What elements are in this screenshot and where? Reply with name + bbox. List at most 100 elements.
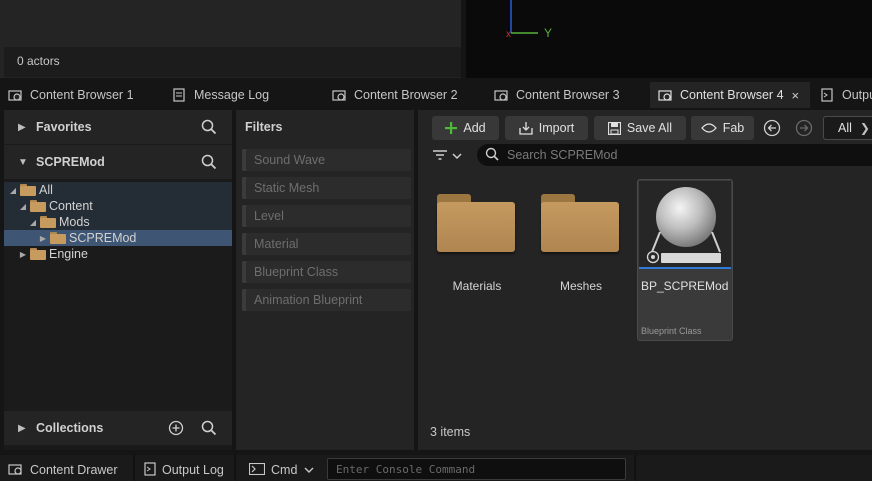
tree-item-engine[interactable]: ▶ Engine <box>4 246 232 262</box>
separator <box>133 455 135 481</box>
fab-icon <box>700 122 717 134</box>
chevron-down-icon <box>304 463 314 477</box>
fab-button[interactable]: Fab <box>691 116 754 140</box>
breadcrumb-separator-icon: ❯ <box>859 121 870 135</box>
folder-icon <box>40 216 56 228</box>
filter-sound-wave[interactable]: Sound Wave <box>242 149 411 171</box>
chevron-right-icon: ▶ <box>18 121 26 133</box>
tab-label: Content Browser 3 <box>516 88 620 102</box>
favorites-header[interactable]: ▶ Favorites <box>4 110 232 144</box>
folder-icon <box>50 232 66 244</box>
tab-content-browser-4[interactable]: Content Browser 4 × <box>650 82 810 108</box>
blueprint-stand-icon <box>650 231 722 254</box>
blueprint-base <box>661 253 721 263</box>
tab-content-browser-3[interactable]: Content Browser 3 <box>486 82 630 108</box>
tree-item-label: Mods <box>59 215 90 229</box>
chevron-down-icon: ◢ <box>29 217 37 227</box>
path-breadcrumb[interactable]: All ❯ <box>823 116 872 140</box>
tree-item-label: SCPREMod <box>69 231 137 245</box>
asset-tile-meshes[interactable]: Meshes <box>533 180 629 340</box>
tab-output-log[interactable]: Outpu <box>812 82 872 108</box>
tree-item-all[interactable]: ◢ All <box>4 182 232 198</box>
plus-icon <box>445 122 458 134</box>
collections-header[interactable]: ▶ Collections <box>4 411 232 445</box>
axis-y-label: Y <box>544 26 552 40</box>
asset-name: Meshes <box>559 279 603 293</box>
filter-icon <box>432 149 448 164</box>
project-header[interactable]: ▼ SCPREMod <box>4 145 232 179</box>
collections-label: Collections <box>36 421 104 435</box>
tree-item-content[interactable]: ◢ Content <box>4 198 232 214</box>
add-button[interactable]: Add <box>432 116 499 140</box>
search-icon[interactable] <box>199 117 219 137</box>
folder-icon <box>541 194 619 252</box>
actor-count-label: 0 actors <box>17 54 60 68</box>
filter-level[interactable]: Level <box>242 205 411 227</box>
chevron-down-icon: ▼ <box>18 156 28 168</box>
search-icon[interactable] <box>199 418 219 438</box>
filter-animation-blueprint[interactable]: Animation Blueprint <box>242 289 411 311</box>
tab-message-log[interactable]: Message Log <box>164 82 284 108</box>
filter-dropdown[interactable] <box>432 147 468 165</box>
cmd-dropdown[interactable]: Cmd <box>248 459 314 481</box>
items-count: 3 items <box>430 425 471 439</box>
tab-label: Outpu <box>842 88 872 102</box>
save-all-button[interactable]: Save All <box>594 116 686 140</box>
filters-title: Filters <box>245 120 283 134</box>
chevron-right-icon: ▶ <box>18 422 26 434</box>
tab-label: Content Browser 1 <box>30 88 134 102</box>
chevron-right-icon: ▶ <box>39 233 47 243</box>
search-icon <box>485 147 499 164</box>
content-browser-icon <box>494 88 508 102</box>
add-collection-icon[interactable] <box>166 418 186 438</box>
tab-label: Content Browser 4 <box>680 88 784 102</box>
chevron-down-icon: ◢ <box>9 185 17 195</box>
tree-item-mods[interactable]: ◢ Mods <box>4 214 232 230</box>
content-drawer-icon <box>8 462 24 479</box>
close-icon[interactable]: × <box>792 88 800 103</box>
filter-blueprint-class[interactable]: Blueprint Class <box>242 261 411 283</box>
chevron-down-icon <box>452 149 462 163</box>
project-label: SCPREMod <box>36 155 105 169</box>
tab-label: Content Browser 2 <box>354 88 458 102</box>
content-drawer-button[interactable]: Content Drawer <box>8 459 118 481</box>
breadcrumb-all[interactable]: All <box>838 121 852 135</box>
terminal-icon <box>248 462 266 478</box>
search-icon[interactable] <box>199 152 219 172</box>
tree-item-scpremod[interactable]: ▶ SCPREMod <box>4 230 232 246</box>
tree-item-label: All <box>39 183 53 197</box>
asset-name: Materials <box>452 279 502 293</box>
blueprint-class-icon <box>646 250 660 264</box>
output-log-icon <box>820 88 834 102</box>
asset-type-label: Blueprint Class <box>641 326 702 336</box>
asset-name: BP_SCPREMod <box>641 279 729 293</box>
svg-text:x: x <box>506 29 511 40</box>
history-forward-icon[interactable] <box>795 119 813 137</box>
history-back-icon[interactable] <box>763 119 781 137</box>
filter-material[interactable]: Material <box>242 233 411 255</box>
console-command-input[interactable]: Enter Console Command <box>327 458 626 480</box>
message-log-icon <box>172 88 186 102</box>
tab-content-browser-2[interactable]: Content Browser 2 <box>324 82 469 108</box>
chevron-down-icon: ◢ <box>19 201 27 211</box>
tab-label: Message Log <box>194 88 270 102</box>
chevron-right-icon: ▶ <box>19 249 27 259</box>
separator <box>234 455 236 481</box>
output-log-icon <box>144 461 156 479</box>
content-browser-icon <box>658 88 672 102</box>
axis-gizmo: x Y <box>506 0 552 40</box>
tree-item-label: Engine <box>49 247 88 261</box>
filter-static-mesh[interactable]: Static Mesh <box>242 177 411 199</box>
favorites-label: Favorites <box>36 120 92 134</box>
folder-icon <box>20 184 36 196</box>
search-input[interactable]: Search SCPREMod <box>477 144 872 166</box>
search-placeholder: Search SCPREMod <box>507 148 618 162</box>
content-browser-icon <box>8 88 22 102</box>
output-log-button[interactable]: Output Log <box>144 459 224 481</box>
asset-tile-materials[interactable]: Materials <box>429 180 525 340</box>
save-icon <box>607 121 621 135</box>
viewport[interactable]: x Y <box>466 0 872 78</box>
import-button[interactable]: Import <box>505 116 588 140</box>
tab-content-browser-1[interactable]: Content Browser 1 <box>0 82 144 108</box>
folder-icon <box>437 194 515 252</box>
